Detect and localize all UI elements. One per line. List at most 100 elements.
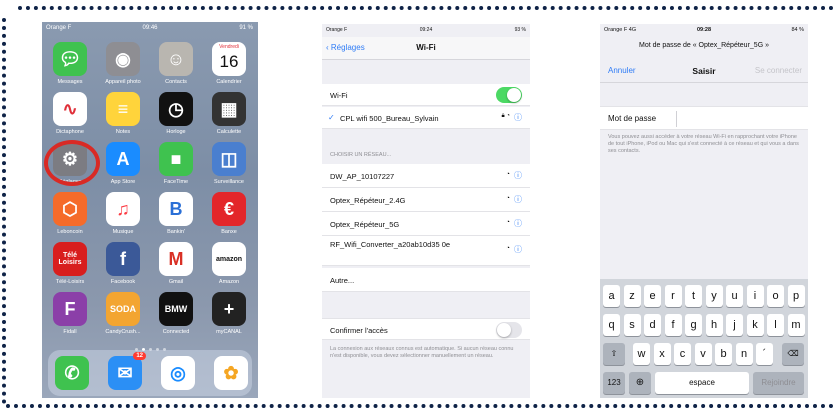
dock-phone[interactable]: ✆	[46, 356, 98, 396]
key-k[interactable]: k	[746, 314, 764, 336]
app-label: Calendrier	[216, 79, 242, 85]
app-facebook[interactable]: f Facebook	[97, 242, 149, 298]
key-j[interactable]: j	[726, 314, 743, 336]
lock-wifi-icon: 🔒︎ ◔	[501, 113, 510, 119]
app-tele-loisirs[interactable]: Télé Loisirs Télé-Loisirs	[44, 242, 96, 298]
app-label: Facebook	[110, 279, 136, 285]
key-l[interactable]: l	[767, 314, 784, 336]
key-m[interactable]: m	[787, 314, 805, 336]
wifi-signal-icon: ◔	[505, 195, 510, 202]
calculator-icon: ▦	[212, 92, 246, 126]
key-h[interactable]: h	[705, 314, 723, 336]
info-icon[interactable]: ⓘ	[514, 112, 522, 123]
key-accent[interactable]: ´	[756, 343, 773, 365]
dock-mail[interactable]: ✉ 12	[99, 352, 151, 396]
app-messages[interactable]: 💬︎ Messages	[44, 42, 96, 98]
key-g[interactable]: g	[685, 314, 702, 336]
calendar-day: Vendredi	[219, 44, 239, 50]
key-f[interactable]: f	[664, 314, 682, 336]
key-i[interactable]: i	[746, 285, 764, 307]
key-t[interactable]: t	[685, 285, 702, 307]
safari-icon: ◎	[161, 356, 195, 390]
app-contacts[interactable]: ☺ Contacts	[150, 42, 202, 98]
camera-icon: ◉	[106, 42, 140, 76]
key-b[interactable]: b	[715, 343, 732, 365]
globe-key[interactable]: ⊕	[629, 372, 651, 394]
toggle-knob	[507, 88, 521, 102]
voice-memo-icon: ∿	[53, 92, 87, 126]
connect-button[interactable]: Se connecter	[755, 66, 802, 75]
checkmark-icon: ✓	[328, 113, 335, 122]
dock-photos[interactable]: ✿	[205, 356, 257, 396]
app-label: Bankin'	[167, 229, 185, 235]
ask-join-row: Confirmer l'accès	[322, 318, 530, 340]
nav-bar: ‹ Réglages Wi-Fi	[322, 37, 530, 60]
app-facetime[interactable]: ■ FaceTime	[150, 142, 202, 198]
key-z[interactable]: z	[623, 285, 641, 307]
key-e[interactable]: e	[644, 285, 661, 307]
shift-key[interactable]: ⇧	[603, 343, 625, 365]
info-icon[interactable]: ⓘ	[514, 244, 522, 255]
key-n[interactable]: n	[735, 343, 753, 365]
status-bar: Orange F 09:46 91 %	[42, 22, 258, 36]
key-q[interactable]: q	[603, 314, 620, 336]
app-gmail[interactable]: M Gmail	[150, 242, 202, 298]
ask-join-label: Confirmer l'accès	[330, 326, 388, 335]
info-icon[interactable]: ⓘ	[514, 194, 522, 205]
key-d[interactable]: d	[644, 314, 661, 336]
connected-network-row[interactable]: ✓ CPL wifi 500_Bureau_Sylvain 🔒︎ ◔ ⓘ	[322, 107, 530, 129]
network-row[interactable]: Optex_Répéteur_5G ◔ ⓘ	[322, 212, 530, 236]
numbers-key[interactable]: 123	[603, 372, 625, 394]
app-music[interactable]: ♫ Musique	[97, 192, 149, 248]
key-u[interactable]: u	[726, 285, 743, 307]
key-o[interactable]: o	[767, 285, 784, 307]
join-key[interactable]: Rejoindre	[753, 372, 804, 394]
wifi-toggle[interactable]	[496, 87, 522, 103]
app-label: CandyCrush...	[105, 329, 141, 335]
battery-level: 84 %	[791, 27, 804, 33]
key-w[interactable]: w	[633, 343, 650, 365]
app-notes[interactable]: ≡ Notes	[97, 92, 149, 148]
app-leboncoin[interactable]: ⬡ Leboncoin	[44, 192, 96, 248]
app-calendar[interactable]: Vendredi 16 Calendrier	[203, 42, 255, 98]
key-y[interactable]: y	[705, 285, 723, 307]
network-row[interactable]: RF_Wifi_Converter_a20ab10d35 0e ◔ ⓘ	[322, 236, 530, 266]
app-label: Appareil photo	[105, 79, 141, 85]
status-time: 09:24	[419, 27, 433, 33]
other-network-row[interactable]: Autre...	[322, 268, 530, 292]
app-label: Contacts	[165, 79, 187, 85]
network-row[interactable]: DW_AP_10107227 ◔ ⓘ	[322, 164, 530, 188]
app-calculator[interactable]: ▦ Calculette	[203, 92, 255, 148]
app-camera[interactable]: ◉ Appareil photo	[97, 42, 149, 98]
facetime-icon: ■	[159, 142, 193, 176]
key-v[interactable]: v	[694, 343, 712, 365]
space-key[interactable]: espace	[655, 372, 749, 394]
password-input[interactable]	[676, 111, 801, 127]
dock-safari[interactable]: ◎	[152, 356, 204, 396]
key-x[interactable]: x	[653, 343, 671, 365]
footer-note: La connexion aux réseaux connus est auto…	[330, 346, 514, 359]
delete-key[interactable]: ⌫	[782, 343, 804, 365]
app-banxe[interactable]: € Banxe	[203, 192, 255, 248]
other-network-label: Autre...	[330, 276, 355, 285]
info-icon[interactable]: ⓘ	[514, 170, 522, 181]
key-p[interactable]: p	[787, 285, 805, 307]
app-app-store[interactable]: A App Store	[97, 142, 149, 198]
app-bankin[interactable]: B Bankin'	[150, 192, 202, 248]
app-label: Amazon	[218, 279, 240, 285]
help-text: Vous pouvez aussi accéder à votre réseau…	[608, 134, 799, 154]
app-label: Télé-Loisirs	[55, 279, 85, 285]
leboncoin-icon: ⬡	[53, 192, 87, 226]
key-s[interactable]: s	[623, 314, 641, 336]
ask-join-toggle[interactable]	[496, 322, 522, 338]
app-surveillance[interactable]: ◫ Surveillance	[203, 142, 255, 198]
app-amazon[interactable]: amazon Amazon	[203, 242, 255, 298]
key-a[interactable]: a	[603, 285, 620, 307]
info-icon[interactable]: ⓘ	[514, 218, 522, 229]
password-row: Mot de passe	[600, 106, 808, 130]
messages-icon: 💬︎	[53, 42, 87, 76]
app-clock[interactable]: ◷ Horloge	[150, 92, 202, 148]
network-row[interactable]: Optex_Répéteur_2.4G ◔ ⓘ	[322, 188, 530, 212]
key-c[interactable]: c	[674, 343, 691, 365]
key-r[interactable]: r	[664, 285, 682, 307]
